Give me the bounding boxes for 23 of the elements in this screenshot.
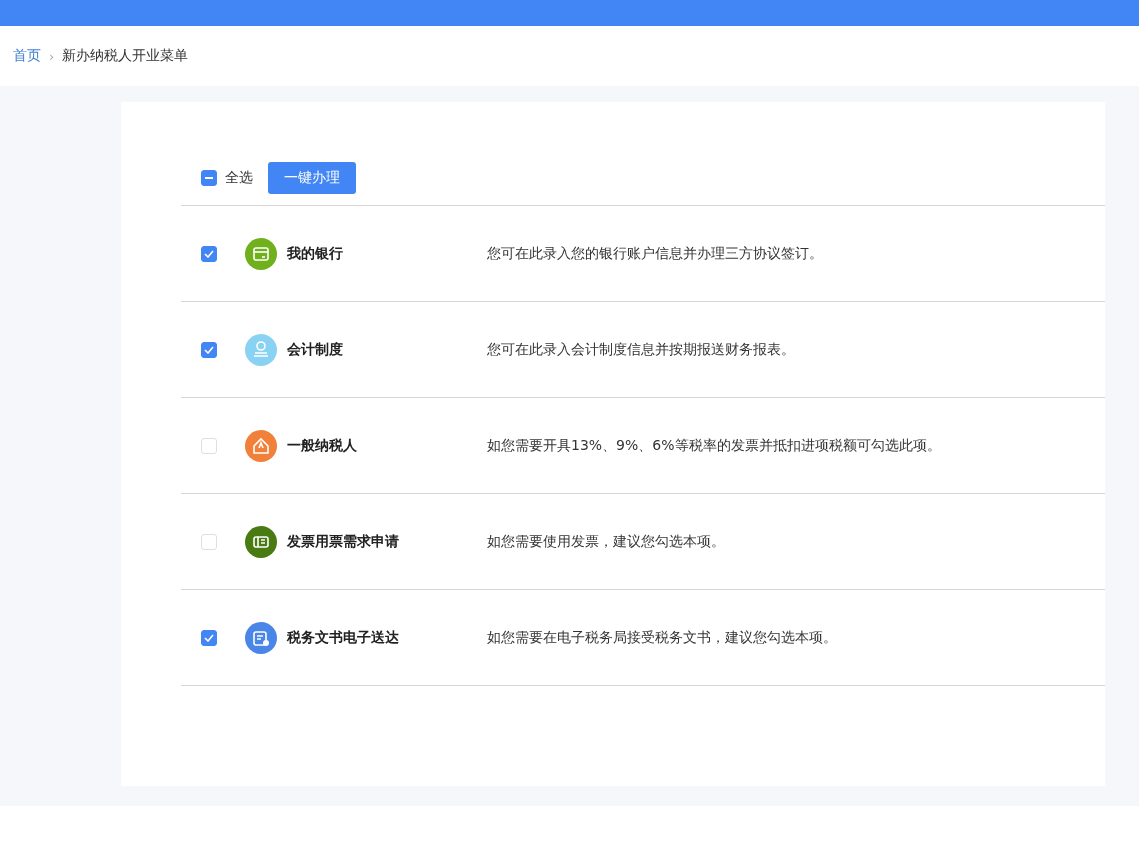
item-title: 一般纳税人	[287, 436, 358, 455]
checkbox[interactable]	[201, 341, 217, 358]
item-title: 发票用票需求申请	[287, 532, 400, 551]
item-title: 我的银行	[287, 244, 344, 263]
checkmark-icon	[204, 345, 214, 354]
item-description: 如您需要使用发票，建议您勾选本项。	[487, 532, 725, 551]
checkbox[interactable]	[201, 170, 217, 186]
item-description: 您可在此录入您的银行账户信息并办理三方协议签订。	[487, 244, 823, 263]
checkbox[interactable]	[201, 245, 217, 262]
item-description: 如您需要开具13%、9%、6%等税率的发票并抵扣进项税额可勾选此项。	[487, 436, 941, 455]
item-description: 如您需要在电子税务局接受税务文书，建议您勾选本项。	[487, 628, 837, 647]
breadcrumb-current: 新办纳税人开业菜单	[62, 47, 189, 65]
item-title: 税务文书电子送达	[287, 628, 400, 647]
checkmark-icon	[204, 249, 214, 258]
checkmark-icon	[204, 633, 214, 642]
breadcrumb-separator: ›	[49, 48, 55, 64]
one-click-button[interactable]: 一键办理	[268, 162, 356, 194]
item-description: 您可在此录入会计制度信息并按期报送财务报表。	[487, 340, 795, 359]
select-all-label: 全选	[225, 169, 253, 187]
minus-icon	[205, 177, 213, 179]
item-title: 会计制度	[287, 340, 344, 359]
home-link[interactable]: 首页	[13, 47, 41, 65]
checkbox[interactable]	[201, 629, 217, 646]
